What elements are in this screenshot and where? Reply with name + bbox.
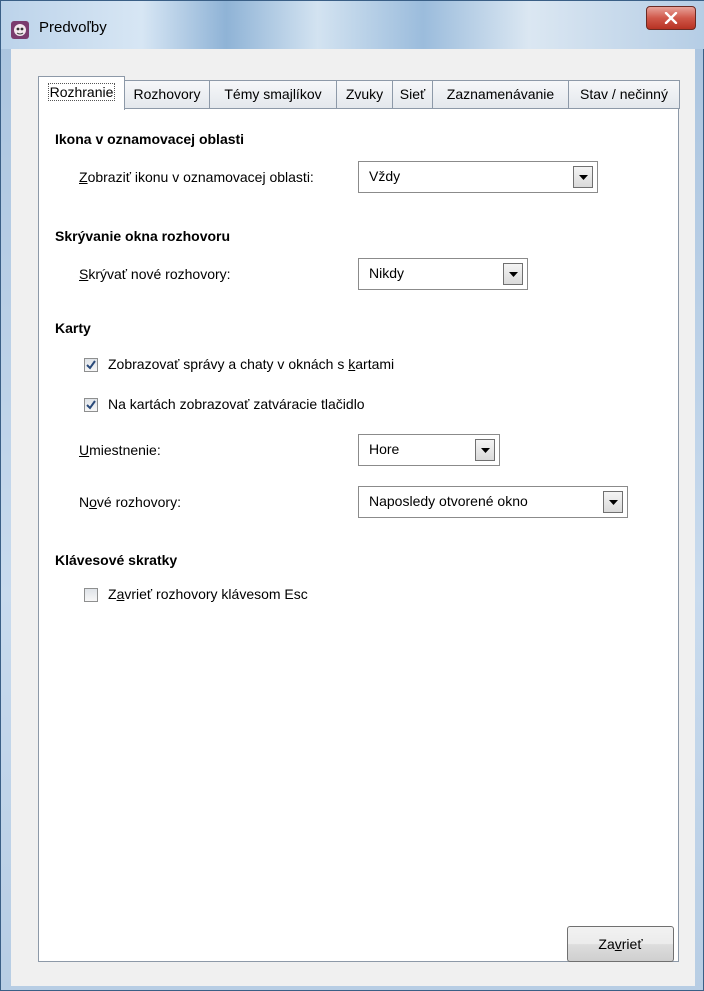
title-bar[interactable]: Predvoľby xyxy=(1,1,704,49)
new-conversations-label: Nové rozhovory: xyxy=(79,494,181,510)
tab-zaznamenavanie[interactable]: Zaznamenávanie xyxy=(432,80,569,109)
tabs-section-title: Karty xyxy=(55,320,91,336)
hiding-section-title: Skrývanie okna rozhovoru xyxy=(55,228,231,244)
tab-rozhovory[interactable]: Rozhovory xyxy=(124,80,210,109)
app-icon xyxy=(11,21,29,39)
tab-zvuky[interactable]: Zvuky xyxy=(336,80,393,109)
hiding-label: Skrývať nové rozhovory: xyxy=(79,266,231,282)
preferences-window: Predvoľby Rozhranie Rozhovory Témy smajl… xyxy=(0,0,704,991)
show-in-tabs-label: Zobrazovať správy a chaty v oknách s kar… xyxy=(108,356,395,372)
placement-label: Umiestnenie: xyxy=(79,442,161,458)
dialog-client-area: Rozhranie Rozhovory Témy smajlíkov Zvuky… xyxy=(11,49,695,986)
rozhranie-panel: Ikona v oznamovacej oblasti Zobraziť iko… xyxy=(38,108,679,962)
tray-section-title: Ikona v oznamovacej oblasti xyxy=(55,131,245,147)
chevron-down-icon[interactable] xyxy=(603,491,623,513)
close-window-button[interactable] xyxy=(646,6,696,30)
hide-value: Nikdy xyxy=(369,265,405,281)
tab-label: Rozhranie xyxy=(47,83,116,101)
checkmark-icon xyxy=(86,360,96,370)
tab-siet[interactable]: Sieť xyxy=(392,80,433,109)
chevron-down-icon[interactable] xyxy=(573,166,593,188)
chevron-down-icon[interactable] xyxy=(503,263,523,285)
shortcuts-section-title: Klávesové skratky xyxy=(55,552,178,568)
close-button[interactable]: Zavrieť xyxy=(567,926,674,962)
close-with-esc-checkbox[interactable] xyxy=(84,588,98,602)
tray-icon-select[interactable]: Vždy xyxy=(358,161,598,193)
chevron-down-icon[interactable] xyxy=(475,439,495,461)
window-title: Predvoľby xyxy=(39,19,107,36)
show-in-tabs-checkbox[interactable] xyxy=(84,358,98,372)
tab-stav-necinny[interactable]: Stav / nečinný xyxy=(568,80,680,109)
new-conversations-value: Naposledy otvorené okno xyxy=(369,493,528,509)
tray-icon-value: Vždy xyxy=(369,168,401,184)
close-with-esc-label: Zavrieť rozhovory klávesom Esc xyxy=(108,586,308,602)
hide-new-conversations-select[interactable]: Nikdy xyxy=(358,258,528,290)
tab-placement-select[interactable]: Hore xyxy=(358,434,500,466)
close-icon xyxy=(664,12,678,24)
tab-temy-smajlikov[interactable]: Témy smajlíkov xyxy=(209,80,337,109)
close-button-on-tabs-checkbox[interactable] xyxy=(84,398,98,412)
new-conversations-select[interactable]: Naposledy otvorené okno xyxy=(358,486,628,518)
checkmark-icon xyxy=(86,400,96,410)
tray-label: Zobraziť ikonu v oznamovacej oblasti: xyxy=(79,169,314,185)
close-button-on-tabs-label: Na kartách zobrazovať zatváracie tlačidl… xyxy=(108,396,365,412)
tab-rozhranie[interactable]: Rozhranie xyxy=(38,76,125,110)
placement-value: Hore xyxy=(369,441,400,457)
